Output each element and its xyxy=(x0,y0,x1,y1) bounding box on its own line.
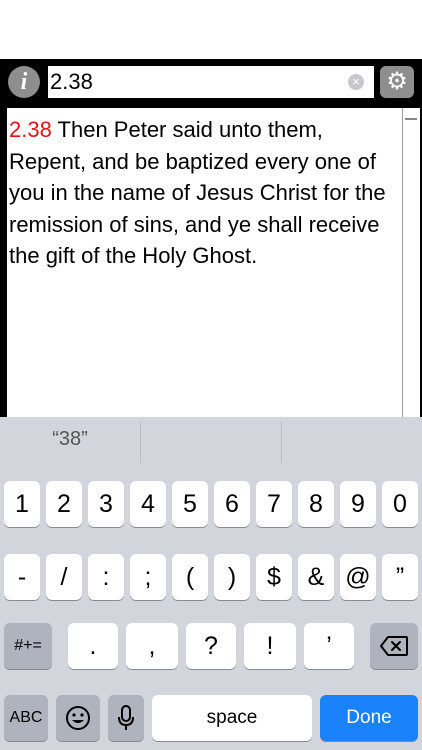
key-open-paren[interactable]: ( xyxy=(172,554,208,600)
key-at[interactable]: @ xyxy=(340,554,376,600)
key-9[interactable]: 9 xyxy=(340,481,376,527)
key-0[interactable]: 0 xyxy=(382,481,418,527)
key-2[interactable]: 2 xyxy=(46,481,82,527)
info-icon: i xyxy=(20,69,28,95)
backspace-icon xyxy=(380,636,408,656)
done-key[interactable]: Done xyxy=(320,695,418,741)
verse-pane[interactable]: 2.38 Then Peter said unto them, Repent, … xyxy=(7,108,402,417)
key-7[interactable]: 7 xyxy=(256,481,292,527)
verse-text: Then Peter said unto them, Repent, and b… xyxy=(9,117,386,268)
more-symbols-key[interactable]: #+= xyxy=(4,623,52,669)
key-exclamation[interactable]: ! xyxy=(244,623,296,669)
microphone-icon xyxy=(118,705,134,730)
key-quote[interactable]: ” xyxy=(382,554,418,600)
key-5[interactable]: 5 xyxy=(172,481,208,527)
key-apostrophe[interactable]: ’ xyxy=(304,623,354,669)
info-button[interactable]: i xyxy=(8,66,40,98)
verse-reference[interactable]: 2.38 xyxy=(9,117,52,142)
space-key[interactable]: space xyxy=(152,695,312,741)
keyboard: “38” 1 2 3 4 5 6 7 8 9 0 - / : ; ( ) $ &… xyxy=(0,417,422,750)
key-semicolon[interactable]: ; xyxy=(130,554,166,600)
key-colon[interactable]: : xyxy=(88,554,124,600)
suggestion-2[interactable] xyxy=(141,417,281,467)
suggestion-3[interactable] xyxy=(282,417,422,467)
search-input[interactable] xyxy=(50,66,340,98)
key-hyphen[interactable]: - xyxy=(4,554,40,600)
verse-paragraph: 2.38 Then Peter said unto them, Repent, … xyxy=(7,108,402,272)
top-toolbar: i × ⚙ xyxy=(0,59,422,105)
gear-icon: ⚙ xyxy=(386,68,408,95)
search-field-container: × xyxy=(48,66,374,98)
key-slash[interactable]: / xyxy=(46,554,82,600)
suggestion-1[interactable]: “38” xyxy=(0,417,140,467)
delete-key[interactable] xyxy=(370,623,418,669)
key-comma[interactable]: , xyxy=(126,623,178,669)
key-question[interactable]: ? xyxy=(186,623,236,669)
key-period[interactable]: . xyxy=(68,623,118,669)
key-4[interactable]: 4 xyxy=(130,481,166,527)
key-8[interactable]: 8 xyxy=(298,481,334,527)
key-ampersand[interactable]: & xyxy=(298,554,334,600)
key-3[interactable]: 3 xyxy=(88,481,124,527)
abc-key[interactable]: ABC xyxy=(4,695,48,741)
clear-button[interactable]: × xyxy=(348,74,364,90)
scrollbar[interactable] xyxy=(402,108,420,417)
scroll-thumb[interactable] xyxy=(405,118,417,120)
key-close-paren[interactable]: ) xyxy=(214,554,250,600)
dictation-key[interactable] xyxy=(108,695,144,741)
suggestion-bar: “38” xyxy=(0,417,422,467)
key-1[interactable]: 1 xyxy=(4,481,40,527)
content-area: 2.38 Then Peter said unto them, Repent, … xyxy=(0,105,422,417)
emoji-icon xyxy=(66,706,90,730)
key-dollar[interactable]: $ xyxy=(256,554,292,600)
emoji-key[interactable] xyxy=(56,695,100,741)
clear-icon: × xyxy=(352,74,360,89)
settings-button[interactable]: ⚙ xyxy=(380,66,414,98)
key-6[interactable]: 6 xyxy=(214,481,250,527)
